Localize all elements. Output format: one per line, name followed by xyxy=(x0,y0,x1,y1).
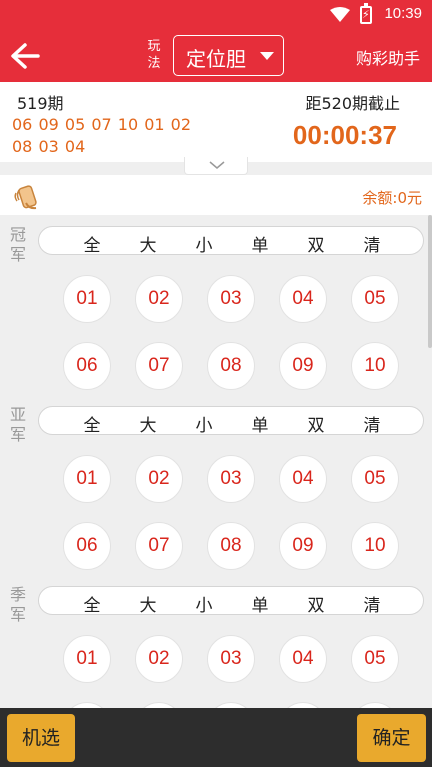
balance-bar: 余额:0元 xyxy=(0,175,432,215)
select-big-button[interactable]: 大 xyxy=(136,591,160,616)
number-ball[interactable]: 03 xyxy=(207,455,255,503)
number-selection-area: 冠军 全 大 小 单 双 清 01 02 03 04 05 06 07 08 0… xyxy=(0,215,432,709)
section-champion: 冠军 全 大 小 单 双 清 01 02 03 04 05 06 07 08 0… xyxy=(0,215,432,395)
last-issue: 519期 xyxy=(17,94,64,113)
select-big-button[interactable]: 大 xyxy=(136,411,160,436)
expand-history-button[interactable] xyxy=(184,157,248,175)
play-mode-dropdown[interactable]: 定位胆 xyxy=(173,35,284,76)
wifi-icon xyxy=(330,7,350,22)
number-ball[interactable]: 04 xyxy=(279,455,327,503)
shake-hand-icon[interactable] xyxy=(12,181,42,211)
status-bar: ⚡ 10:39 xyxy=(0,0,432,30)
number-ball[interactable]: 06 xyxy=(63,522,111,570)
bottom-action-bar: 机选 确定 xyxy=(0,708,432,767)
select-odd-button[interactable]: 单 xyxy=(248,591,272,616)
select-all-button[interactable]: 全 xyxy=(80,231,104,256)
section-third-place: 季军 全 大 小 单 双 清 01 02 03 04 05 06 07 08 0… xyxy=(0,575,432,709)
clear-button[interactable]: 清 xyxy=(360,231,384,256)
number-ball[interactable]: 09 xyxy=(279,522,327,570)
quick-select-bar: 全 大 小 单 双 清 xyxy=(38,586,424,616)
number-ball[interactable]: 01 xyxy=(63,455,111,503)
back-arrow-icon[interactable] xyxy=(8,40,42,72)
clear-button[interactable]: 清 xyxy=(360,591,384,616)
play-mode-value: 定位胆 xyxy=(186,47,246,71)
number-ball[interactable]: 07 xyxy=(135,522,183,570)
number-ball[interactable]: 10 xyxy=(351,342,399,390)
clock: 10:39 xyxy=(384,5,422,22)
balance-amount: 余额:0元 xyxy=(362,189,422,207)
section-label: 季军 xyxy=(10,585,27,624)
number-ball[interactable]: 04 xyxy=(279,635,327,683)
select-all-button[interactable]: 全 xyxy=(80,591,104,616)
number-ball[interactable]: 03 xyxy=(207,275,255,323)
caret-down-icon xyxy=(260,52,274,60)
number-ball[interactable]: 05 xyxy=(351,455,399,503)
number-ball[interactable]: 08 xyxy=(207,342,255,390)
number-ball[interactable]: 09 xyxy=(279,342,327,390)
select-even-button[interactable]: 双 xyxy=(304,411,328,436)
number-ball[interactable]: 10 xyxy=(351,522,399,570)
number-ball[interactable]: 02 xyxy=(135,455,183,503)
clear-button[interactable]: 清 xyxy=(360,411,384,436)
select-even-button[interactable]: 双 xyxy=(304,591,328,616)
number-ball[interactable]: 01 xyxy=(63,635,111,683)
select-big-button[interactable]: 大 xyxy=(136,231,160,256)
section-label: 冠军 xyxy=(10,225,27,264)
quick-select-bar: 全 大 小 单 双 清 xyxy=(38,226,424,256)
draw-info-panel: 519期 06 09 05 07 10 01 02 08 03 04 距520期… xyxy=(0,82,432,162)
number-ball[interactable]: 04 xyxy=(279,275,327,323)
select-small-button[interactable]: 小 xyxy=(192,411,216,436)
number-ball[interactable]: 02 xyxy=(135,635,183,683)
chevron-down-icon xyxy=(209,161,225,169)
last-draw-numbers: 06 09 05 07 10 01 02 08 03 04 xyxy=(12,115,192,156)
number-ball[interactable]: 01 xyxy=(63,275,111,323)
purchase-helper-link[interactable]: 购彩助手 xyxy=(356,45,420,69)
select-all-button[interactable]: 全 xyxy=(80,411,104,436)
section-runner-up: 亚军 全 大 小 单 双 清 01 02 03 04 05 06 07 08 0… xyxy=(0,395,432,575)
battery-icon: ⚡ xyxy=(360,3,372,24)
select-small-button[interactable]: 小 xyxy=(192,591,216,616)
select-odd-button[interactable]: 单 xyxy=(248,411,272,436)
number-ball[interactable]: 05 xyxy=(351,275,399,323)
random-pick-button[interactable]: 机选 xyxy=(7,714,75,762)
select-odd-button[interactable]: 单 xyxy=(248,231,272,256)
play-method-label: 玩 法 xyxy=(147,39,161,71)
section-label: 亚军 xyxy=(10,405,27,444)
number-ball[interactable]: 06 xyxy=(63,342,111,390)
scrollbar[interactable] xyxy=(428,215,432,348)
deadline-label: 距520期截止 xyxy=(305,94,400,113)
number-ball[interactable]: 05 xyxy=(351,635,399,683)
number-ball[interactable]: 02 xyxy=(135,275,183,323)
number-ball[interactable]: 08 xyxy=(207,522,255,570)
number-ball[interactable]: 07 xyxy=(135,342,183,390)
select-small-button[interactable]: 小 xyxy=(192,231,216,256)
number-ball[interactable]: 03 xyxy=(207,635,255,683)
confirm-button[interactable]: 确定 xyxy=(357,714,426,762)
quick-select-bar: 全 大 小 单 双 清 xyxy=(38,406,424,436)
top-nav: 玩 法 定位胆 购彩助手 xyxy=(0,30,432,82)
select-even-button[interactable]: 双 xyxy=(304,231,328,256)
countdown-timer: 00:00:37 xyxy=(292,120,397,150)
